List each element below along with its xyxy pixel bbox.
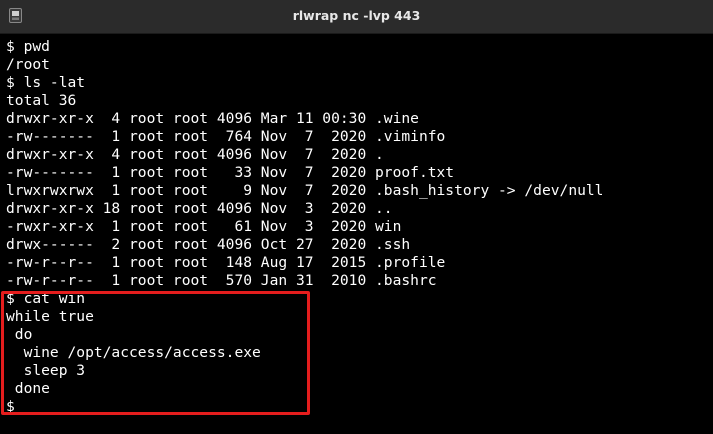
terminal-line: total 36: [6, 92, 77, 109]
terminal-line: -rw------- 1 root root 33 Nov 7 2020 pro…: [6, 164, 455, 181]
terminal-line: $ pwd: [6, 38, 50, 55]
terminal-line: lrwxrwxrwx 1 root root 9 Nov 7 2020 .bas…: [6, 182, 604, 199]
terminal-line: -rw-r--r-- 1 root root 570 Jan 31 2010 .…: [6, 272, 437, 289]
terminal-line: /root: [6, 56, 50, 73]
terminal-line: -rw-r--r-- 1 root root 148 Aug 17 2015 .…: [6, 254, 446, 271]
terminal-line: $ ls -lat: [6, 74, 86, 91]
terminal-line: drwxr-xr-x 4 root root 4096 Mar 11 00:30…: [6, 110, 419, 127]
terminal-line: -rw------- 1 root root 764 Nov 7 2020 .v…: [6, 128, 446, 145]
terminal-line: drwx------ 2 root root 4096 Oct 27 2020 …: [6, 236, 411, 253]
terminal-line: drwxr-xr-x 4 root root 4096 Nov 7 2020 .: [6, 146, 384, 163]
terminal-window: rlwrap nc -lvp 443 $ pwd /root $ ls -lat…: [0, 0, 713, 434]
highlight-annotation: [1, 291, 310, 415]
terminal-line: drwxr-xr-x 18 root root 4096 Nov 3 2020 …: [6, 200, 393, 217]
title-bar[interactable]: rlwrap nc -lvp 443: [0, 0, 713, 34]
window-title: rlwrap nc -lvp 443: [292, 8, 421, 23]
terminal-line: -rwxr-xr-x 1 root root 61 Nov 3 2020 win: [6, 218, 402, 235]
